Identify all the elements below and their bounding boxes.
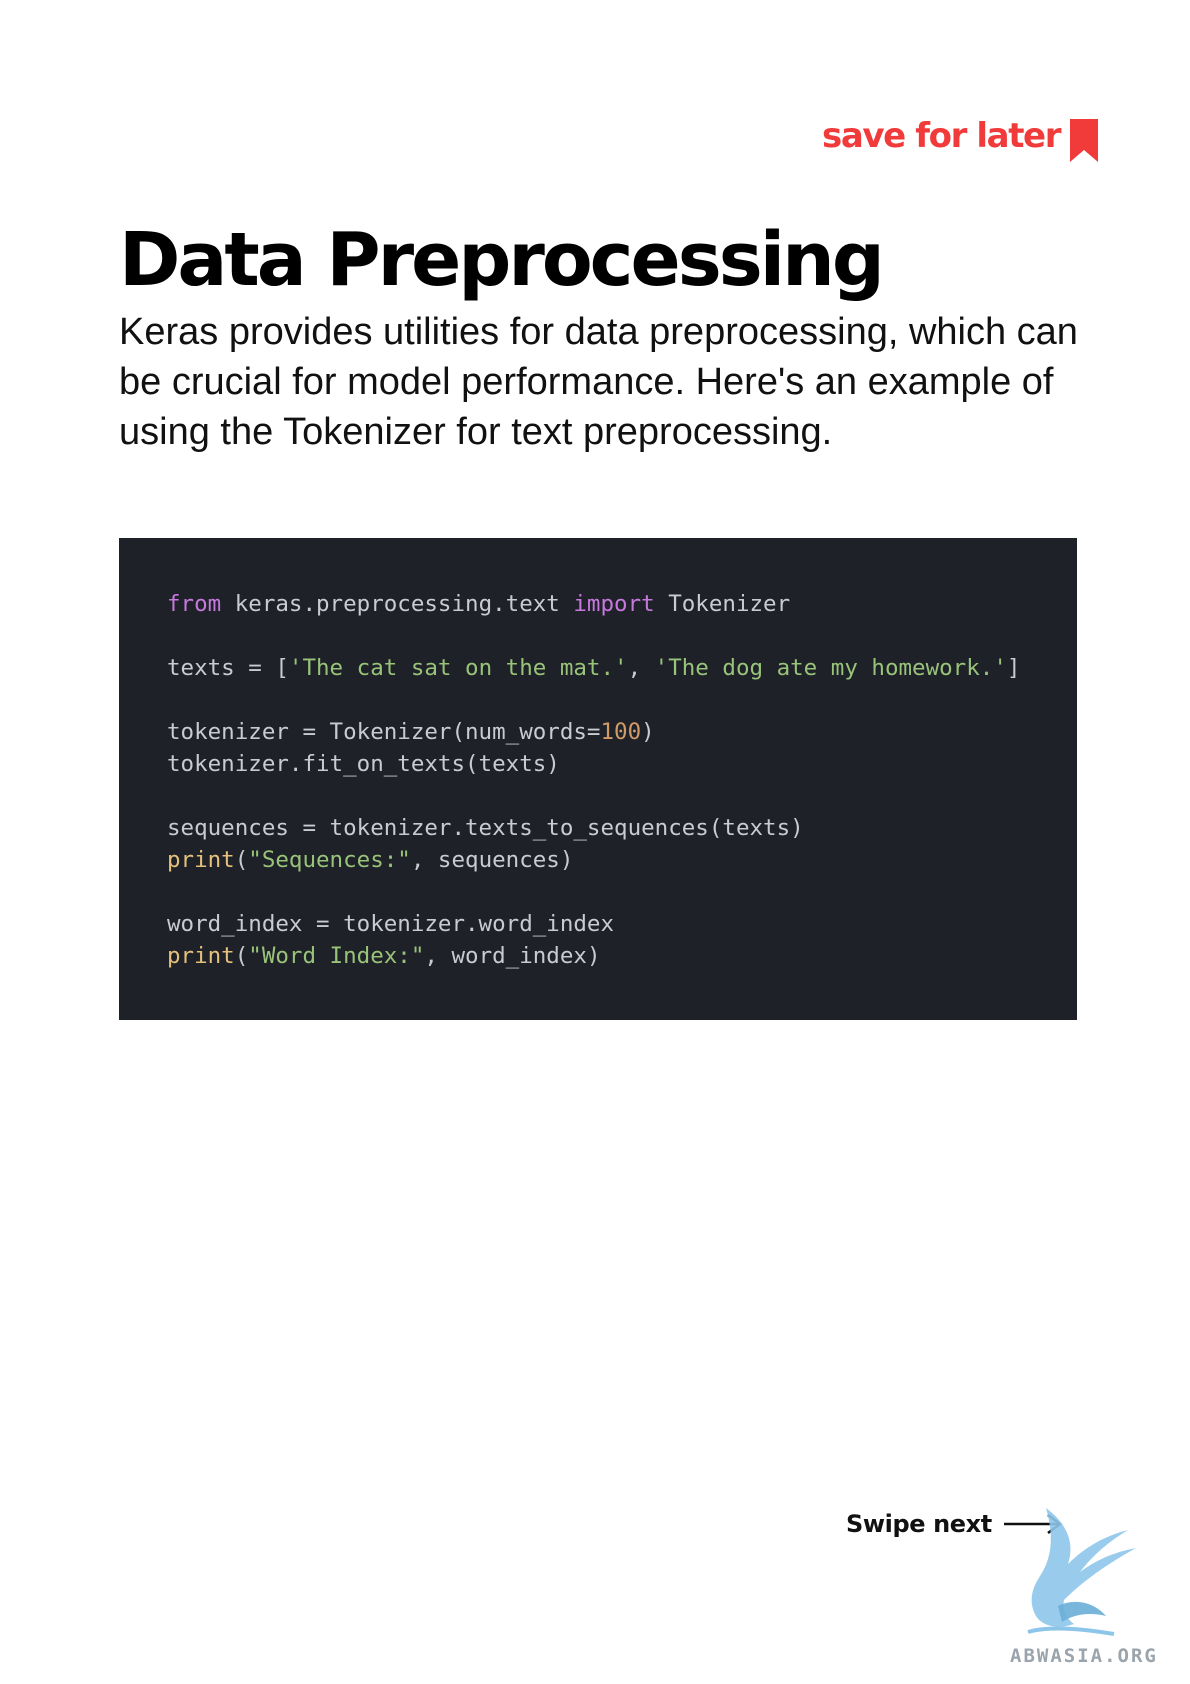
intro-paragraph: Keras provides utilities for data prepro… (119, 311, 1078, 453)
code-line: tokenizer.fit_on_texts(texts) (167, 748, 1077, 780)
code-token-plain: ( (234, 943, 249, 969)
code-token-builtin: print (167, 943, 235, 969)
code-token-plain: tokenizer.fit_on_texts(texts) (167, 751, 560, 777)
code-token-plain: texts = [ (167, 655, 289, 681)
watermark-text: ABWASIA.ORG (1010, 1645, 1158, 1667)
code-token-keyword: import (573, 591, 655, 617)
code-token-plain: Tokenizer (654, 591, 791, 617)
dragon-logo-icon (1027, 1508, 1136, 1636)
code-token-number: 100 (600, 719, 642, 745)
code-token-plain: tokenizer = Tokenizer(num_words= (167, 719, 601, 745)
code-line: print("Sequences:", sequences) (167, 844, 1077, 876)
code-token-plain: , sequences) (410, 847, 574, 873)
code-token-plain: ] (1006, 655, 1021, 681)
code-token-keyword: from (167, 591, 222, 617)
code-line: from keras.preprocessing.text import Tok… (167, 588, 1077, 620)
code-block: from keras.preprocessing.text import Tok… (119, 538, 1077, 1020)
code-token-plain: , word_index) (424, 943, 601, 969)
bookmark-icon (1070, 119, 1099, 162)
code-token-string: "Sequences:" (248, 847, 411, 873)
code-token-string: "Word Index:" (248, 943, 425, 969)
code-content: from keras.preprocessing.text import Tok… (167, 588, 1077, 972)
code-token-plain: word_index = tokenizer.word_index (167, 911, 615, 937)
code-line: tokenizer = Tokenizer(num_words=100) (167, 716, 1077, 748)
code-token-plain: keras.preprocessing.text (221, 591, 574, 617)
code-token-string: 'The cat sat on the mat.' (288, 655, 628, 681)
code-token-string: 'The dog ate my homework.' (654, 655, 1007, 681)
page-title: Data Preprocessing (119, 217, 885, 303)
swipe-next-label: Swipe next (846, 1510, 992, 1538)
save-for-later-label: save for later (822, 116, 1061, 156)
code-line: texts = ['The cat sat on the mat.', 'The… (167, 652, 1077, 684)
code-token-plain: ( (234, 847, 249, 873)
code-token-plain: , (627, 655, 655, 681)
code-token-plain: ) (641, 719, 655, 745)
code-line: print("Word Index:", word_index) (167, 940, 1077, 972)
code-token-builtin: print (167, 847, 235, 873)
code-line: word_index = tokenizer.word_index (167, 908, 1077, 940)
code-token-plain: sequences = tokenizer.texts_to_sequences… (167, 815, 804, 841)
save-for-later[interactable]: save for later (822, 114, 1100, 164)
code-line: sequences = tokenizer.texts_to_sequences… (167, 812, 1077, 844)
watermark: ABWASIA.ORG (1010, 1506, 1185, 1671)
